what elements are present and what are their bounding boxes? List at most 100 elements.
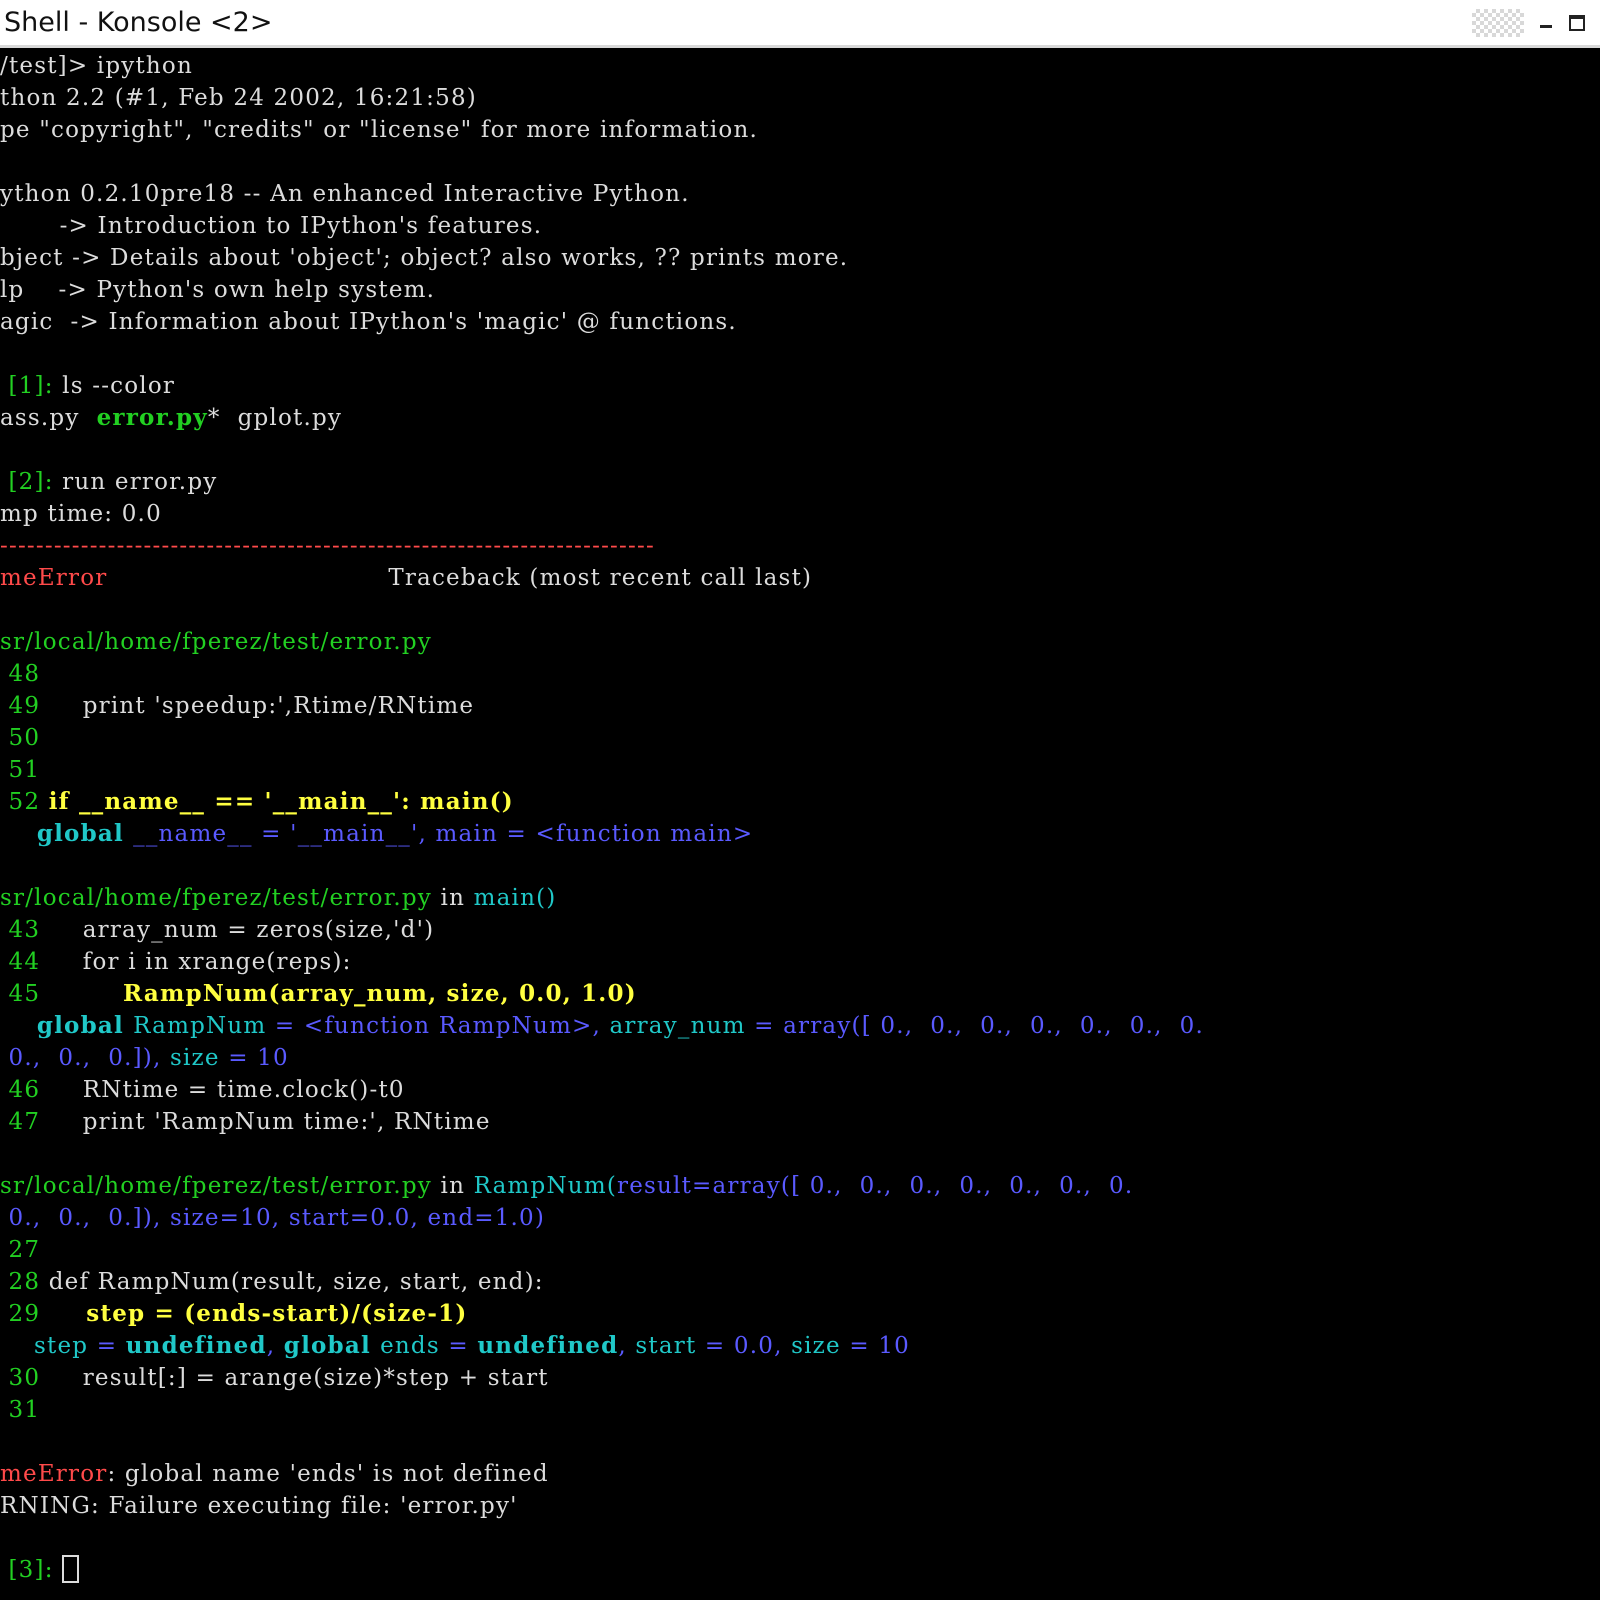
terminal-text: /test]> ipython: [0, 53, 193, 79]
terminal-line: 43 array_num = zeros(size,'d'): [0, 914, 1600, 946]
terminal-text: step = (ends-start)/(size-1): [40, 1300, 468, 1327]
terminal-text: 0., 0., 0.]),: [0, 1045, 170, 1071]
terminal-text: ,: [618, 1333, 636, 1359]
terminal-line: ass.py error.py* gplot.py: [0, 402, 1600, 434]
terminal-text: step: [0, 1333, 89, 1359]
terminal-text: [2]:: [0, 469, 63, 495]
terminal-output[interactable]: /test]> ipython thon 2.2 (#1, Feb 24 2002…: [0, 50, 1600, 1600]
terminal-text: agic -> Information about IPython's 'mag…: [0, 309, 737, 335]
terminal-line: 44 for i in xrange(reps):: [0, 946, 1600, 978]
terminal-text: RNING: Failure executing file: 'error.py…: [0, 1493, 518, 1519]
title-bar[interactable]: Shell - Konsole <2>: [0, 0, 1600, 48]
terminal-line: global __name__ = '__main__', main = <fu…: [0, 818, 1600, 850]
terminal-text: meError: [0, 565, 108, 591]
terminal-text: -> Introduction to IPython's features.: [0, 213, 543, 239]
terminal-line: 27: [0, 1234, 1600, 1266]
terminal-text: __name__ = '__main__', main = <function …: [133, 821, 754, 847]
terminal-text: main(): [473, 885, 557, 911]
terminal-text: = array([ 0., 0., 0., 0., 0., 0., 0.: [745, 1013, 1204, 1039]
terminal-text: ass.py: [0, 405, 97, 431]
terminal-text: 45: [0, 981, 41, 1007]
terminal-text: thon 2.2 (#1, Feb 24 2002, 16:21:58): [0, 85, 477, 111]
terminal-text: mp time: 0.0: [0, 501, 162, 527]
terminal-text: 47: [0, 1109, 41, 1135]
terminal-text: : global name 'ends' is not defined: [107, 1461, 549, 1487]
terminal-text: pe "copyright", "credits" or "license" f…: [0, 117, 758, 143]
terminal-text: size: [791, 1333, 841, 1359]
terminal-text: start: [635, 1333, 697, 1359]
terminal-line: 50: [0, 722, 1600, 754]
terminal-text: result=array([ 0., 0., 0., 0., 0., 0., 0…: [617, 1173, 1134, 1199]
terminal-line: agic -> Information about IPython's 'mag…: [0, 306, 1600, 338]
terminal-text: size: [169, 1045, 220, 1071]
terminal-text: bject -> Details about 'object'; object?…: [0, 245, 849, 271]
terminal-text: = <function RampNum>,: [266, 1013, 610, 1039]
terminal-line: [3]:: [0, 1554, 1600, 1586]
terminal-line: mp time: 0.0: [0, 498, 1600, 530]
terminal-text: 46: [0, 1077, 41, 1103]
window-title: Shell - Konsole <2>: [4, 7, 273, 38]
terminal-text: * gplot.py: [207, 405, 343, 431]
terminal-line: 49 print 'speedup:',Rtime/RNtime: [0, 690, 1600, 722]
terminal-line: [1]: ls --color: [0, 370, 1600, 402]
terminal-text: 28: [0, 1269, 49, 1295]
terminal-text: global: [0, 820, 134, 847]
terminal-text: [1]:: [0, 373, 63, 399]
terminal-line: 29 step = (ends-start)/(size-1): [0, 1298, 1600, 1330]
terminal-line: global RampNum = <function RampNum>, arr…: [0, 1010, 1600, 1042]
terminal-line: 52 if __name__ == '__main__': main(): [0, 786, 1600, 818]
terminal-line: 28 def RampNum(result, size, start, end)…: [0, 1266, 1600, 1298]
terminal-text: 51: [0, 757, 41, 783]
terminal-text: = 10: [219, 1045, 289, 1071]
terminal-line: 31: [0, 1394, 1600, 1426]
terminal-text: 43: [0, 917, 41, 943]
terminal-line: [2]: run error.py: [0, 466, 1600, 498]
terminal-line: ----------------------------------------…: [0, 530, 1600, 562]
terminal-text: undefined: [477, 1332, 619, 1359]
terminal-text: 27: [0, 1237, 41, 1263]
terminal-line: lp -> Python's own help system.: [0, 274, 1600, 306]
terminal-line: meError Traceback (most recent call last…: [0, 562, 1600, 594]
terminal-text: = 0.0,: [696, 1333, 792, 1359]
title-bar-grip: [1472, 9, 1524, 37]
terminal-line: bject -> Details about 'object'; object?…: [0, 242, 1600, 274]
terminal-text: 48: [0, 661, 41, 687]
terminal-text: in: [432, 1173, 474, 1199]
terminal-line: 30 result[:] = arange(size)*step + start: [0, 1362, 1600, 1394]
text-cursor: [62, 1555, 80, 1583]
terminal-text: run error.py: [62, 469, 218, 495]
terminal-text: = 10: [840, 1333, 910, 1359]
maximize-button[interactable]: [1568, 14, 1588, 34]
minimize-button[interactable]: [1536, 14, 1556, 34]
terminal-text: RNtime = time.clock()-t0: [40, 1077, 405, 1103]
terminal-line: 48: [0, 658, 1600, 690]
terminal-text: 50: [0, 725, 41, 751]
terminal-text: for i in xrange(reps):: [40, 949, 352, 975]
terminal-line: 0., 0., 0.]), size=10, start=0.0, end=1.…: [0, 1202, 1600, 1234]
terminal-line: /test]> ipython: [0, 50, 1600, 82]
terminal-text: 29: [0, 1301, 41, 1327]
terminal-text: RampNum(array_num, size, 0.0, 1.0): [40, 980, 637, 1007]
terminal-line: 47 print 'RampNum time:', RNtime: [0, 1106, 1600, 1138]
terminal-text: =: [88, 1333, 126, 1359]
terminal-text: global: [283, 1332, 381, 1359]
terminal-text: ----------------------------------------…: [0, 533, 655, 559]
terminal-text: undefined: [125, 1332, 267, 1359]
terminal-text: sr/local/home/fperez/test/error.py: [0, 629, 432, 655]
terminal-line: step = undefined, global ends = undefine…: [0, 1330, 1600, 1362]
terminal-text: ython 0.2.10pre18 -- An enhanced Interac…: [0, 181, 690, 207]
terminal-line: sr/local/home/fperez/test/error.py: [0, 626, 1600, 658]
terminal-text: 30: [0, 1365, 41, 1391]
terminal-text: in: [432, 885, 474, 911]
terminal-text: 49: [0, 693, 41, 719]
terminal-text: 0., 0., 0.]), size=10, start=0.0, end=1.…: [0, 1205, 546, 1231]
terminal-line: ython 0.2.10pre18 -- An enhanced Interac…: [0, 178, 1600, 210]
terminal-text: array_num = zeros(size,'d'): [40, 917, 435, 943]
terminal-text: result[:] = arange(size)*step + start: [40, 1365, 549, 1391]
